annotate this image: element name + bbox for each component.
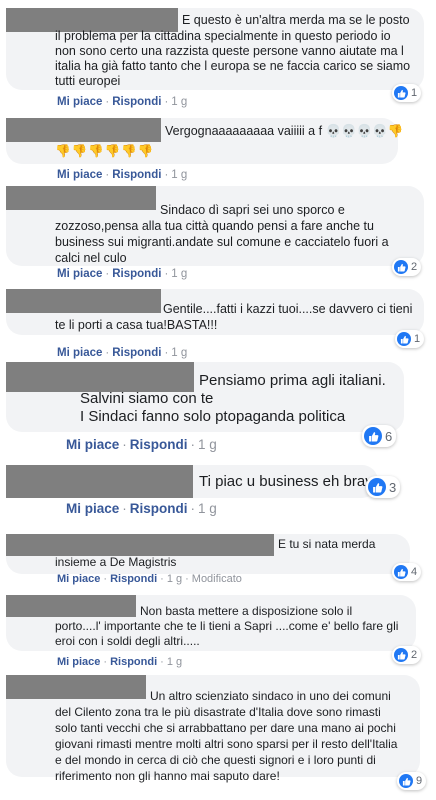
comment-text-line: e del mondo in cerca di ciò che questi s…	[55, 753, 376, 767]
reply-link[interactable]: Rispondi	[112, 96, 161, 108]
reply-link[interactable]: Rispondi	[112, 347, 161, 359]
reaction-count: 6	[385, 428, 393, 444]
redacted-author-name	[6, 465, 193, 498]
thumbs-up-icon	[394, 565, 408, 579]
comment-text-line: non sono certo una razzista queste perso…	[55, 44, 404, 58]
timestamp[interactable]: 1 g	[198, 437, 217, 452]
thumbs-up-icon	[394, 648, 408, 662]
reaction-summary[interactable]: 9	[397, 772, 427, 790]
comment-text-line: porto....l' importante che te li tieni a…	[55, 619, 399, 633]
reaction-summary[interactable]: 1	[392, 84, 422, 102]
like-link[interactable]: Mi piace	[66, 437, 119, 452]
comment-actions: Mi piace · Rispondi · 1 g	[66, 501, 217, 516]
comment-text-line: giovani rimasti mentre molti altri sono …	[55, 737, 398, 751]
timestamp[interactable]: 1 g	[171, 169, 187, 181]
like-link[interactable]: Mi piace	[57, 169, 102, 181]
comment-text-line: Sindaco dì sapri sei uno sporco e	[160, 203, 345, 217]
comment-text-line: E questo è un'altra merda ma se le posto	[182, 13, 410, 27]
reaction-summary[interactable]: 2	[392, 258, 422, 276]
reaction-count: 2	[411, 261, 418, 273]
reaction-summary[interactable]: 1	[395, 330, 425, 348]
comment-text-line: Ti piac u business eh brav	[199, 473, 373, 490]
timestamp[interactable]: 1 g	[167, 573, 182, 585]
comment-text-line: tutti europei	[55, 74, 121, 88]
reply-link[interactable]: Rispondi	[112, 268, 161, 280]
comment-text-line: Vergognaaaaaaaaa vaiiiii a f 💀💀💀💀👎	[165, 124, 404, 138]
reaction-summary[interactable]: 4	[392, 563, 422, 581]
timestamp[interactable]: 1 g	[167, 656, 182, 668]
redacted-author-name	[6, 675, 146, 699]
comment-text-line: italia ha già fatto tanto che l europa s…	[55, 59, 411, 73]
comment-actions: Mi piace · Rispondi · 1 g	[57, 268, 188, 280]
reaction-summary[interactable]: 6	[362, 425, 397, 447]
thumbs-up-icon	[397, 332, 411, 346]
reaction-count: 2	[411, 649, 418, 661]
redacted-author-name	[6, 118, 161, 142]
thumbs-up-icon	[399, 774, 413, 788]
timestamp[interactable]: 1 g	[171, 96, 187, 108]
reaction-count: 1	[411, 87, 418, 99]
comment-text-line: te li porti a casa tua!BASTA!!!	[55, 318, 218, 332]
comment-actions: Mi piace · Rispondi · 1 g · Modificato	[57, 573, 242, 585]
reply-link[interactable]: Rispondi	[112, 169, 161, 181]
comment-text-line: solo tanti vecchi che si arrabbattano pe…	[55, 721, 396, 735]
comment-text-line: eroi con i soldi degli altri.....	[55, 634, 200, 648]
comment-text-line: il problema per la cittadina specialment…	[55, 29, 391, 43]
comment-text-line: insieme a De Magistris	[55, 555, 177, 569]
thumbs-up-icon	[394, 260, 408, 274]
comment-text-line: Non basta mettere a disposizione solo il	[140, 604, 353, 618]
comment-text-line: E tu si nata merda	[278, 537, 376, 551]
timestamp[interactable]: 1 g	[198, 501, 217, 516]
comment-actions: Mi piace · Rispondi · 1 g	[57, 347, 188, 359]
like-link[interactable]: Mi piace	[57, 656, 100, 668]
reaction-count: 3	[389, 479, 397, 495]
comment-text-line: zozzoso,pensa alla tua città quando pens…	[55, 219, 374, 233]
comment-text-line: calci nel culo	[55, 251, 127, 265]
thumbs-up-icon	[368, 478, 386, 496]
like-link[interactable]: Mi piace	[66, 501, 119, 516]
redacted-author-name	[6, 362, 194, 392]
comment-text-line: I Sindaci fanno solo ptopaganda politica	[80, 408, 346, 425]
comment-text-line: Gentile....fatti i kazzi tuoi....se davv…	[163, 302, 413, 316]
reaction-count: 9	[416, 775, 423, 787]
reaction-count: 4	[411, 566, 418, 578]
redacted-author-name	[6, 534, 274, 556]
comment-actions: Mi piace · Rispondi · 1 g	[57, 169, 188, 181]
reply-link[interactable]: Rispondi	[130, 437, 188, 452]
reply-link[interactable]: Rispondi	[110, 656, 157, 668]
reply-link[interactable]: Rispondi	[110, 573, 157, 585]
redacted-author-name	[6, 595, 136, 617]
comment-text-line: riferimento non gli hanno mai saputo dar…	[55, 769, 280, 783]
like-link[interactable]: Mi piace	[57, 96, 102, 108]
comment-text-line: Pensiamo prima agli italiani.	[199, 372, 386, 389]
thumbs-up-icon	[394, 86, 408, 100]
redacted-author-name	[6, 186, 156, 210]
comment-text-line: 👎👎👎👎👎👎	[55, 144, 155, 158]
comment-actions: Mi piace · Rispondi · 1 g	[57, 656, 183, 668]
comment-actions: Mi piace · Rispondi · 1 g	[57, 96, 188, 108]
edited-label[interactable]: Modificato	[192, 573, 242, 585]
timestamp[interactable]: 1 g	[171, 347, 187, 359]
comment-text-line: Salvini siamo con te	[80, 390, 214, 407]
like-link[interactable]: Mi piace	[57, 268, 102, 280]
redacted-author-name	[6, 289, 161, 313]
reaction-summary[interactable]: 2	[392, 646, 422, 664]
reply-link[interactable]: Rispondi	[130, 501, 188, 516]
comment-actions: Mi piace · Rispondi · 1 g	[66, 437, 217, 452]
reaction-count: 1	[414, 333, 421, 345]
comment-text-line: Un altro scienziato sindaco in uno dei c…	[150, 689, 391, 703]
reaction-summary[interactable]: 3	[366, 476, 401, 498]
like-link[interactable]: Mi piace	[57, 347, 102, 359]
comment-text-line: del Cilento zona tra le più disastrate d…	[55, 705, 381, 719]
like-link[interactable]: Mi piace	[57, 573, 100, 585]
timestamp[interactable]: 1 g	[171, 268, 187, 280]
comment-text-line: business sui migranti.andate sul comune …	[55, 235, 389, 249]
thumbs-up-icon	[364, 427, 382, 445]
